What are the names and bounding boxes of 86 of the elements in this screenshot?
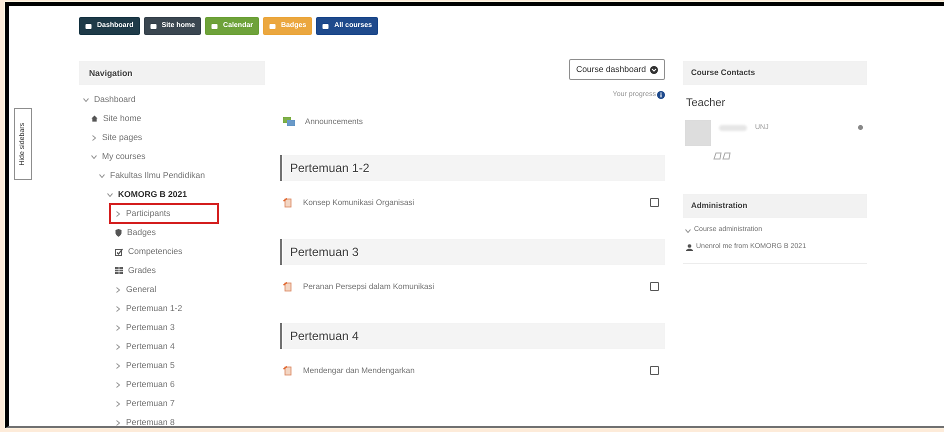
nav-item-label: Dashboard bbox=[94, 93, 136, 106]
nav-item-label: Grades bbox=[128, 264, 156, 277]
nav-tree-item[interactable]: My courses bbox=[87, 148, 146, 165]
caret-down-icon bbox=[83, 96, 89, 102]
nav-item-label: Pertemuan 5 bbox=[126, 359, 175, 372]
caret-right-icon bbox=[115, 286, 121, 292]
nav-tree-item[interactable]: Pertemuan 4 bbox=[111, 338, 175, 355]
nav-tree-item[interactable]: Competencies bbox=[111, 243, 182, 260]
nav-button-icon bbox=[85, 22, 92, 30]
nav-item-label: Badges bbox=[127, 226, 156, 239]
nav-tree-item[interactable]: Grades bbox=[111, 262, 156, 279]
nav-tree-item[interactable]: KOMORG B 2021 bbox=[103, 186, 187, 203]
nav-item-label: Site home bbox=[103, 112, 142, 125]
table-icon bbox=[115, 267, 123, 274]
nav-tree-item[interactable]: Site pages bbox=[87, 129, 142, 146]
completion-checkbox[interactable] bbox=[650, 198, 659, 207]
nav-item-label: My courses bbox=[102, 150, 146, 163]
course-dashboard-button[interactable]: Course dashboard bbox=[569, 59, 665, 80]
section-header: Pertemuan 4 bbox=[280, 322, 665, 348]
nav-tree-item[interactable]: General bbox=[111, 281, 156, 298]
activity-link[interactable]: Konsep Komunikasi Organisasi bbox=[303, 196, 640, 208]
nav-tree-item[interactable]: Pertemuan 8 bbox=[111, 414, 175, 431]
dot-icon bbox=[858, 124, 863, 130]
caret-down-icon bbox=[107, 192, 113, 198]
section-header: Pertemuan 1-2 bbox=[280, 154, 665, 180]
nav-tree-item[interactable]: Pertemuan 5 bbox=[111, 357, 175, 374]
activity-link[interactable]: Peranan Persepsi dalam Komunikasi bbox=[303, 280, 640, 292]
administration-header: Administration bbox=[683, 194, 867, 218]
role-heading: Teacher bbox=[686, 96, 726, 111]
user-icon bbox=[686, 244, 693, 251]
nav-item-label: Pertemuan 1-2 bbox=[126, 302, 182, 315]
info-icon bbox=[657, 91, 665, 100]
nav-tree-item[interactable]: Pertemuan 6 bbox=[111, 376, 175, 393]
nav-item-label: Pertemuan 7 bbox=[126, 397, 175, 410]
nav-item-label: Site pages bbox=[102, 131, 142, 144]
caret-right-icon bbox=[115, 344, 121, 350]
nav-tree-item[interactable]: Pertemuan 3 bbox=[111, 319, 175, 336]
caret-right-icon bbox=[115, 382, 121, 388]
completion-checkbox[interactable] bbox=[650, 282, 659, 291]
nav-tree-item[interactable]: Dashboard bbox=[79, 91, 136, 108]
nav-button-icon bbox=[211, 22, 218, 30]
caret-right-icon bbox=[115, 420, 121, 426]
nav-tree-item[interactable]: Fakultas Ilmu Pendidikan bbox=[95, 167, 205, 184]
nav-item-label: Pertemuan 3 bbox=[126, 321, 175, 334]
contacts-header: Course Contacts bbox=[683, 61, 867, 85]
nav-tree-item[interactable]: Participants bbox=[111, 205, 217, 222]
checkmark-icon bbox=[115, 248, 123, 256]
blurred-name bbox=[719, 124, 747, 130]
home-icon bbox=[91, 115, 98, 122]
caret-right-icon bbox=[115, 362, 121, 368]
caret-right-icon bbox=[115, 324, 121, 330]
nav-button-icon bbox=[150, 22, 157, 30]
nav-tree-item[interactable]: Site home bbox=[87, 110, 142, 127]
avatar-placeholder bbox=[685, 120, 711, 146]
activity-link[interactable]: Mendengar dan Mendengarkan bbox=[303, 364, 640, 376]
nav-item-label: Competencies bbox=[128, 245, 182, 258]
nav-item-label: Pertemuan 6 bbox=[126, 378, 175, 391]
caret-right-icon bbox=[115, 400, 121, 406]
caret-right-icon bbox=[115, 306, 121, 312]
nav-item-label: KOMORG B 2021 bbox=[118, 188, 187, 201]
completion-checkbox[interactable] bbox=[650, 366, 659, 375]
navigation-header: Navigation bbox=[79, 61, 265, 85]
nav-tree-item[interactable]: Badges bbox=[111, 224, 156, 241]
nav-button-icon bbox=[268, 22, 276, 30]
caret-down-icon bbox=[99, 172, 105, 178]
nav-item-label: General bbox=[126, 283, 156, 296]
nav-item-label: Pertemuan 4 bbox=[126, 340, 175, 353]
nav-item-label: Participants bbox=[126, 207, 170, 220]
document-icon bbox=[283, 198, 293, 208]
forum-icon bbox=[283, 116, 295, 126]
message-icon bbox=[713, 152, 731, 160]
document-icon bbox=[283, 282, 293, 292]
nav-button-icon bbox=[322, 22, 330, 30]
nav-tree-item[interactable]: Pertemuan 1-2 bbox=[111, 300, 182, 317]
caret-right-icon bbox=[115, 210, 121, 216]
shield-icon bbox=[115, 228, 122, 236]
nav-item-label: Fakultas Ilmu Pendidikan bbox=[110, 169, 205, 182]
activity-link[interactable]: Announcements bbox=[305, 116, 363, 128]
caret-down-icon bbox=[91, 154, 97, 160]
nav-tree-item[interactable]: Pertemuan 7 bbox=[111, 395, 175, 412]
section-header: Pertemuan 3 bbox=[280, 238, 665, 264]
circle-caret-icon bbox=[650, 66, 658, 74]
caret-right-icon bbox=[91, 134, 97, 140]
caret-down-icon bbox=[685, 228, 691, 234]
document-icon bbox=[283, 366, 293, 376]
nav-item-label: Pertemuan 8 bbox=[126, 416, 175, 429]
